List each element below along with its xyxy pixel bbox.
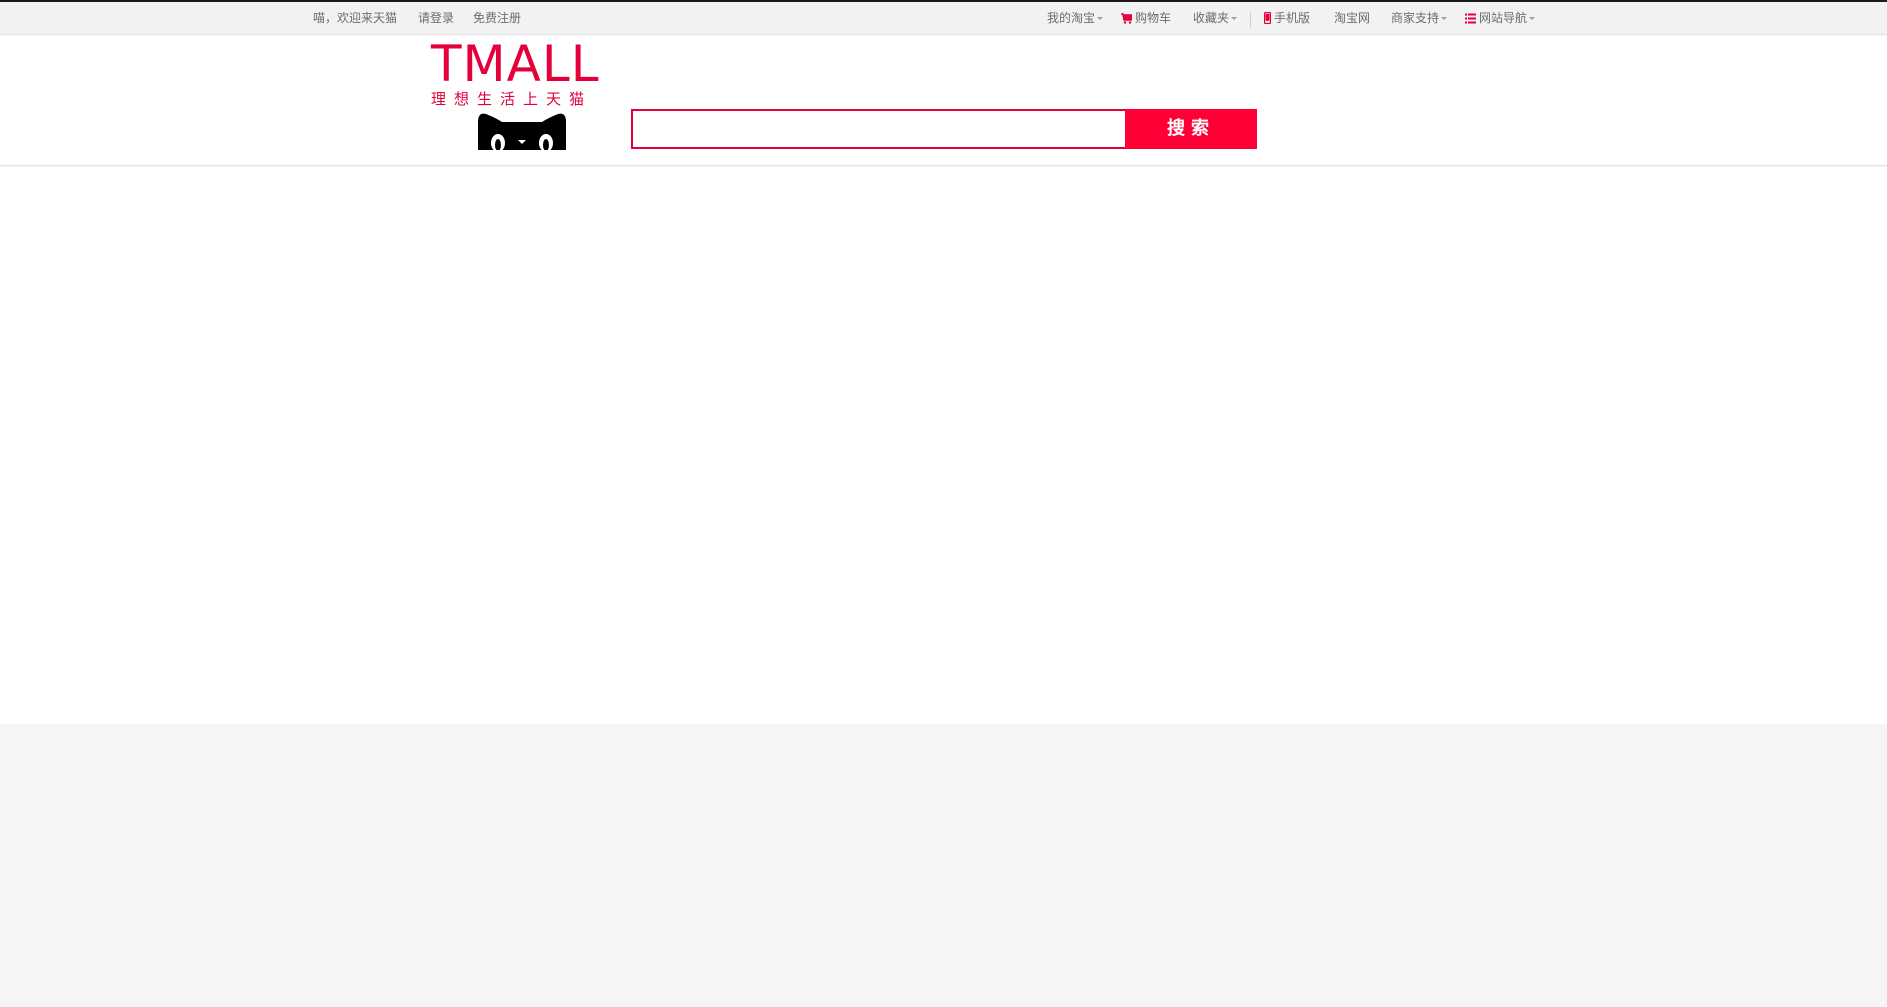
mobile-link[interactable]: 手机版 [1263,10,1311,27]
chevron-down-icon [1441,17,1448,20]
header: TMALL 理想生活上天猫 搜索 [0,36,1887,166]
cart-label: 购物车 [1135,11,1172,25]
logo-slogan: 理想生活上天猫 [431,90,593,108]
merchant-support-label: 商家支持 [1391,11,1440,25]
cart-icon [1121,13,1133,24]
search-input[interactable] [631,109,1126,149]
footer-area [0,724,1887,1007]
site-nav-label: 网站导航 [1479,11,1528,25]
cart-link[interactable]: 购物车 [1121,10,1171,27]
logo-text: TMALL [431,35,600,93]
tmall-logo[interactable]: TMALL 理想生活上天猫 [431,35,613,150]
phone-icon [1263,11,1272,25]
search-button[interactable]: 搜索 [1125,109,1257,149]
cat-logo-icon [478,113,566,150]
favorites-menu[interactable]: 收藏夹 [1193,10,1238,27]
search-bar: 搜索 [631,109,1257,149]
login-link[interactable]: 请登录 [418,10,454,27]
register-link[interactable]: 免费注册 [473,10,521,27]
main-content-area [0,167,1887,724]
favorites-label: 收藏夹 [1193,11,1230,25]
taobao-link[interactable]: 淘宝网 [1334,10,1370,27]
site-nav: 喵，欢迎来天猫 请登录 免费注册 我的淘宝 购物车 收藏夹 手机版 淘宝网 商家… [0,2,1887,35]
site-nav-menu[interactable]: 网站导航 [1465,10,1536,27]
welcome-text: 喵，欢迎来天猫 [313,11,398,25]
chevron-down-icon [1097,17,1104,20]
my-taobao-label: 我的淘宝 [1047,11,1096,25]
chevron-down-icon [1231,17,1238,20]
nav-divider [1250,12,1251,28]
chevron-down-icon [1529,17,1536,20]
my-taobao-menu[interactable]: 我的淘宝 [1047,10,1104,27]
merchant-support-menu[interactable]: 商家支持 [1391,10,1448,27]
list-icon [1465,13,1476,24]
mobile-label: 手机版 [1274,11,1311,25]
